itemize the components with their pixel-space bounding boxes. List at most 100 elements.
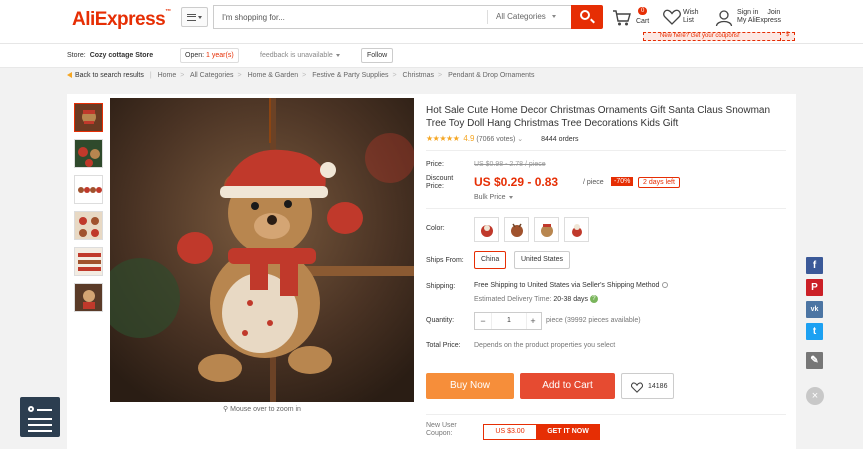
cart-link[interactable]: 0 Cart xyxy=(612,7,657,31)
close-icon[interactable]: × xyxy=(806,387,824,405)
edit-icon[interactable]: ✎ xyxy=(806,352,823,369)
breadcrumb-home[interactable]: Home xyxy=(158,72,177,79)
new-user-coupon-banner[interactable]: New here? Get your coupons! $ xyxy=(643,32,795,41)
thumbnail-list xyxy=(74,103,106,319)
vk-share-icon[interactable]: vk xyxy=(806,301,823,318)
shipping-label: Shipping: xyxy=(426,283,456,290)
chevron-down-icon: ⌄ xyxy=(517,136,524,143)
rating-row: ★★★★★ 4.9 (7066 votes) ⌄ 8444 orders xyxy=(426,134,578,143)
search-category-select[interactable]: All Categories xyxy=(487,10,572,24)
my-aliexpress-link[interactable]: My AliExpress xyxy=(737,17,781,24)
gear-icon xyxy=(28,406,34,412)
account-area: Sign in Join My AliExpress xyxy=(715,6,795,32)
breadcrumb-christmas[interactable]: Christmas xyxy=(403,72,435,79)
pinterest-share-icon[interactable]: P xyxy=(806,279,823,296)
store-label: Store: xyxy=(67,52,86,59)
follow-button[interactable]: Follow xyxy=(361,48,394,63)
thumbnail[interactable] xyxy=(74,103,103,132)
quantity-stepper: − 1 + xyxy=(474,312,542,330)
quantity-input[interactable]: 1 xyxy=(491,313,527,329)
chevron-down-icon xyxy=(508,195,513,199)
discount-price-label: Discount Price: xyxy=(426,175,454,190)
quantity-availability: piece (39992 pieces available) xyxy=(546,317,641,324)
discount-price: US $0.29 - 0.83 xyxy=(474,175,559,189)
star-rating-icon: ★★★★★ xyxy=(426,134,460,143)
breadcrumb-home-garden[interactable]: Home & Garden xyxy=(248,72,299,79)
color-swatch-reindeer[interactable] xyxy=(504,217,529,242)
store-open-duration: Open: 1 year(s) xyxy=(180,48,239,63)
cart-label: Cart xyxy=(636,18,650,25)
thumbnail[interactable] xyxy=(74,247,103,276)
thumbnail[interactable] xyxy=(74,139,103,168)
search-input[interactable] xyxy=(214,6,484,28)
ships-from-label: Ships From: xyxy=(426,257,464,264)
color-swatches xyxy=(474,217,589,242)
main-product-image[interactable] xyxy=(110,98,414,402)
heart-icon xyxy=(663,9,681,25)
chevron-down-icon xyxy=(198,15,202,19)
color-swatch-snowman[interactable] xyxy=(564,217,589,242)
get-coupon-button[interactable]: GET IT NOW xyxy=(536,425,600,439)
thumbnail[interactable] xyxy=(74,175,103,204)
breadcrumb-all-categories[interactable]: All Categories xyxy=(190,72,234,79)
original-price: US $0.98 - 2.78 / piece xyxy=(474,161,546,168)
coupon-amount: US $3.00 xyxy=(484,425,536,439)
sign-in-link[interactable]: Sign in xyxy=(737,9,758,16)
store-bar: Store: Cozy cottage Store Open: 1 year(s)… xyxy=(0,44,863,68)
orders-count: 8444 orders xyxy=(541,136,579,143)
search-bar: All Categories xyxy=(213,5,571,29)
wish-list-link[interactable]: Wish List xyxy=(663,6,708,32)
menu-icon xyxy=(187,13,196,21)
aliexpress-logo[interactable]: AliExpress™ xyxy=(72,9,171,31)
search-button[interactable] xyxy=(571,5,603,29)
product-title: Hot Sale Cute Home Decor Christmas Ornam… xyxy=(426,105,771,129)
total-price-label: Total Price: xyxy=(426,342,461,349)
join-link[interactable]: Join xyxy=(767,9,780,16)
store-name-link[interactable]: Cozy cottage Store xyxy=(90,52,153,59)
wish-label-1: Wish xyxy=(683,9,699,16)
settings-menu-button[interactable] xyxy=(20,397,60,437)
buy-now-button[interactable]: Buy Now xyxy=(426,373,514,399)
chevron-down-icon xyxy=(551,15,556,19)
cart-count-badge: 0 xyxy=(638,7,648,15)
thumbnail[interactable] xyxy=(74,211,103,240)
discount-badge: -70% xyxy=(611,177,634,186)
breadcrumb: Back to search results | Home > All Categ… xyxy=(67,72,534,79)
add-to-wishlist-button[interactable]: 14186 xyxy=(621,373,674,399)
bulk-price-dropdown[interactable]: Bulk Price xyxy=(474,194,513,201)
help-icon[interactable]: ? xyxy=(589,295,598,303)
rating-score: 4.9 xyxy=(463,134,475,143)
days-left-badge: 2 days left xyxy=(638,177,680,188)
price-label: Price: xyxy=(426,161,444,168)
breadcrumb-festive-party[interactable]: Festive & Party Supplies xyxy=(312,72,388,79)
feedback-dropdown[interactable]: feedback is unavailable xyxy=(260,52,340,59)
shipping-method[interactable]: Free Shipping to United States via Selle… xyxy=(474,282,669,289)
add-to-cart-button[interactable]: Add to Cart xyxy=(520,373,615,399)
color-swatch-bear[interactable] xyxy=(534,217,559,242)
wish-label-2: List xyxy=(683,17,694,24)
twitter-share-icon[interactable]: t xyxy=(806,323,823,340)
ships-from-united-states[interactable]: United States xyxy=(514,251,571,269)
user-icon xyxy=(715,10,733,27)
breadcrumb-pendant-ornaments: Pendant & Drop Ornaments xyxy=(448,72,535,79)
back-to-search-link[interactable]: Back to search results xyxy=(75,72,144,79)
top-header: AliExpress™ All Categories 0 Cart WishLi… xyxy=(0,0,863,44)
quantity-label: Quantity: xyxy=(426,317,455,324)
facebook-share-icon[interactable]: f xyxy=(806,257,823,274)
heart-icon xyxy=(631,382,643,393)
color-label: Color: xyxy=(426,225,445,232)
zoom-tip: ⚲ Mouse over to zoom in xyxy=(223,406,301,413)
color-swatch-santa[interactable] xyxy=(474,217,499,242)
chevron-down-icon xyxy=(335,53,340,57)
coupon-dollar-icon: $ xyxy=(780,32,794,41)
cart-icon xyxy=(613,10,631,26)
ships-from-china[interactable]: China xyxy=(474,251,507,269)
divider xyxy=(426,414,786,415)
quantity-increase-button[interactable]: + xyxy=(525,313,541,329)
votes-link[interactable]: (7066 votes) xyxy=(476,136,515,143)
quantity-decrease-button[interactable]: − xyxy=(475,313,491,329)
thumbnail[interactable] xyxy=(74,283,103,312)
category-menu-button[interactable] xyxy=(181,7,208,27)
new-user-coupon: US $3.00 GET IT NOW xyxy=(483,424,600,440)
divider xyxy=(426,208,786,209)
